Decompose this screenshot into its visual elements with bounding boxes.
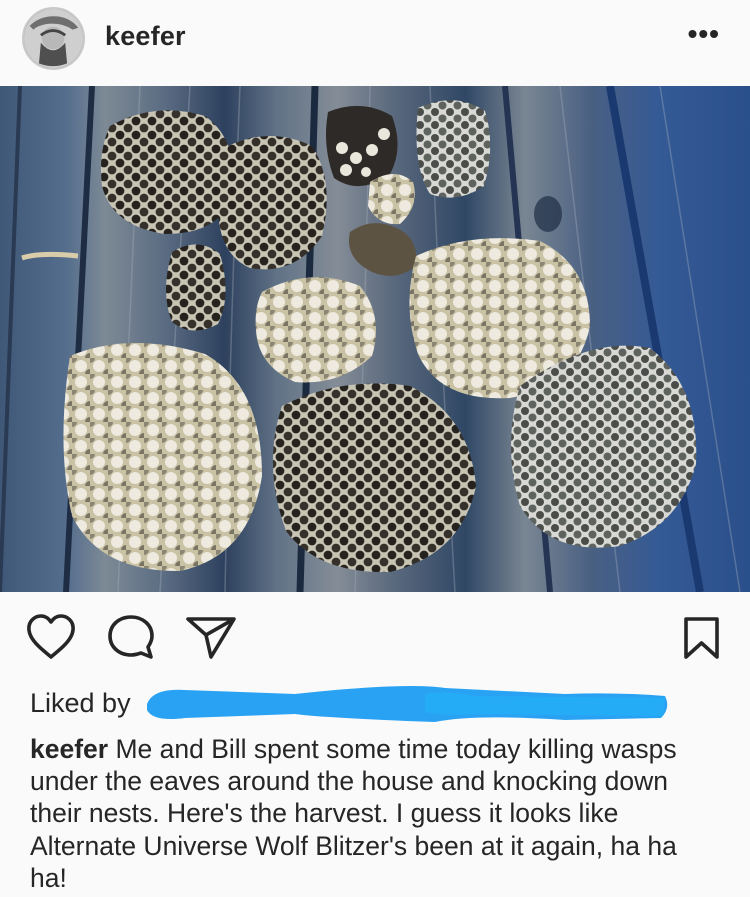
avatar-icon [24,9,83,68]
heart-icon[interactable] [26,614,76,660]
caption-text: Me and Bill spent some time today killin… [30,734,677,893]
liked-by-label: Liked by [30,688,131,718]
caption-username[interactable]: keefer [30,734,108,764]
post-header: keefer ••• [0,0,750,86]
action-bar [0,592,750,682]
redacted-names [145,684,670,728]
share-icon[interactable] [185,615,237,660]
more-options-icon[interactable]: ••• [688,20,720,48]
avatar[interactable] [22,7,85,70]
bookmark-icon[interactable] [683,616,720,660]
post-photo[interactable] [0,86,750,592]
header-username[interactable]: keefer [105,21,186,52]
likes-row[interactable]: Liked by [30,684,750,730]
post-caption: keefer Me and Bill spent some time today… [30,733,720,894]
photo-wasp-nests [0,86,750,592]
comment-icon[interactable] [107,614,155,660]
